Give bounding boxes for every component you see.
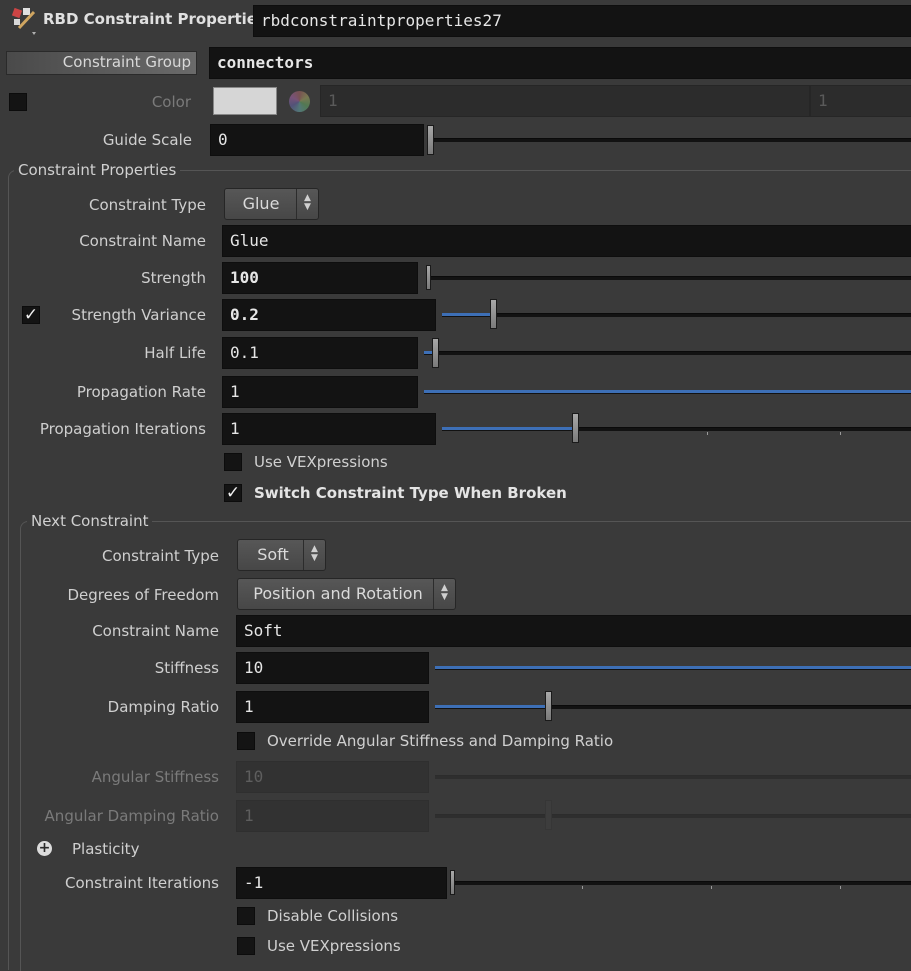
stiffness-field[interactable]: 10 [236,652,429,684]
color-g-field: 1 [810,85,911,117]
nc-constraint-type-value: Soft [257,545,289,564]
propagation-rate-slider-fill [424,390,911,393]
menu-arrows-icon: ▲ ▼ [433,579,455,609]
angular-stiffness-field: 10 [236,761,429,793]
guide-scale-slider-track[interactable] [430,138,911,142]
damping-ratio-slider-handle[interactable] [545,691,552,721]
slider-tick [582,886,583,889]
angular-damping-label: Angular Damping Ratio [44,807,219,825]
guide-scale-slider-handle[interactable] [427,125,434,155]
angular-damping-slider-track [435,814,911,818]
damping-ratio-label: Damping Ratio [107,698,219,716]
slider-tick [707,432,708,435]
override-angular-label: Override Angular Stiffness and Damping R… [267,732,614,750]
stiffness-label: Stiffness [154,659,219,677]
guide-scale-label: Guide Scale [102,131,192,149]
override-angular-checkbox[interactable] [237,732,255,750]
propagation-iterations-field[interactable]: 1 [222,413,436,445]
strength-variance-checkbox[interactable]: ✓ [22,306,40,324]
strength-variance-label: Strength Variance [71,306,206,324]
color-enable-checkbox[interactable] [9,93,27,111]
dof-label: Degrees of Freedom [67,586,219,604]
constraint-group-button[interactable]: Constraint Group [6,51,197,75]
half-life-label: Half Life [144,344,206,362]
cp-constraint-type-menu[interactable]: Glue ▲ ▼ [224,188,319,220]
half-life-field[interactable]: 0.1 [222,337,418,369]
cp-constraint-name-label: Constraint Name [79,232,206,250]
cp-constraint-type-label: Constraint Type [89,196,206,214]
slider-tick [711,886,712,889]
color-label: Color [151,93,191,111]
constraint-iterations-field[interactable]: -1 [236,867,447,899]
strength-variance-field[interactable]: 0.2 [222,299,436,331]
node-type-label: RBD Constraint Properties [43,10,266,28]
damping-ratio-field[interactable]: 1 [236,691,429,723]
strength-variance-slider-track[interactable] [442,313,911,317]
cp-use-vexpressions-checkbox[interactable] [224,453,242,471]
constraint-iterations-label: Constraint Iterations [65,874,219,892]
constraint-group-field[interactable]: connectors [209,47,911,79]
stiffness-slider-fill [435,666,911,669]
strength-variance-slider-handle[interactable] [490,299,497,329]
half-life-slider-handle[interactable] [432,338,439,368]
color-r-field: 1 [320,85,810,117]
constraint-properties-title: Constraint Properties [14,160,181,180]
angular-damping-field: 1 [236,800,429,832]
damping-ratio-slider-fill [435,705,548,708]
nc-constraint-type-label: Constraint Type [102,547,219,565]
rbd-node-icon[interactable] [10,6,40,36]
disable-collisions-checkbox[interactable] [237,907,255,925]
constraint-iterations-slider-handle[interactable] [450,870,455,895]
switch-type-label: Switch Constraint Type When Broken [254,484,567,502]
slider-tick [840,886,841,889]
propagation-rate-field[interactable]: 1 [222,376,418,408]
nc-constraint-type-menu[interactable]: Soft ▲ ▼ [237,539,326,571]
plasticity-label[interactable]: Plasticity [72,839,139,859]
switch-type-checkbox[interactable]: ✓ [224,484,242,502]
propagation-rate-label: Propagation Rate [76,383,206,401]
strength-variance-slider-fill [442,313,494,316]
angular-stiffness-slider-track [435,775,911,779]
next-constraint-title: Next Constraint [27,511,153,531]
constraint-group-label: Constraint Group [62,53,191,71]
disable-collisions-label: Disable Collisions [267,907,399,925]
strength-field[interactable]: 100 [222,262,418,294]
half-life-slider-track[interactable] [424,351,911,355]
propagation-iterations-slider-fill [442,427,575,430]
propagation-iterations-label: Propagation Iterations [39,420,206,438]
color-wheel-icon[interactable] [289,91,310,112]
strength-slider-handle[interactable] [426,265,431,290]
guide-scale-field[interactable]: 0 [210,124,424,156]
node-name-field[interactable]: rbdconstraintproperties27 [253,5,911,37]
cp-constraint-name-field[interactable]: Glue [222,225,911,257]
menu-arrows-icon: ▲ ▼ [296,189,318,219]
propagation-iterations-slider-handle[interactable] [572,413,579,443]
menu-arrows-icon: ▲ ▼ [303,540,325,570]
dof-value: Position and Rotation [253,584,423,603]
nc-constraint-name-field[interactable]: Soft [236,615,911,647]
dof-menu[interactable]: Position and Rotation ▲ ▼ [237,578,456,610]
nc-use-vexpressions-checkbox[interactable] [237,937,255,955]
slider-tick [840,432,841,435]
header-bar: RBD Constraint Properties rbdconstraintp… [0,0,911,40]
plus-circle-icon[interactable]: + [37,841,52,856]
nc-use-vexpressions-label: Use VEXpressions [267,937,401,955]
strength-label: Strength [141,269,206,287]
color-swatch[interactable] [213,87,277,115]
angular-stiffness-label: Angular Stiffness [91,768,219,786]
angular-damping-slider-handle [545,800,552,830]
constraint-iterations-slider-track[interactable] [453,881,911,885]
strength-slider-track[interactable] [426,276,911,280]
cp-constraint-type-value: Glue [242,194,280,213]
nc-constraint-name-label: Constraint Name [92,622,219,640]
cp-use-vexpressions-label: Use VEXpressions [254,453,388,471]
